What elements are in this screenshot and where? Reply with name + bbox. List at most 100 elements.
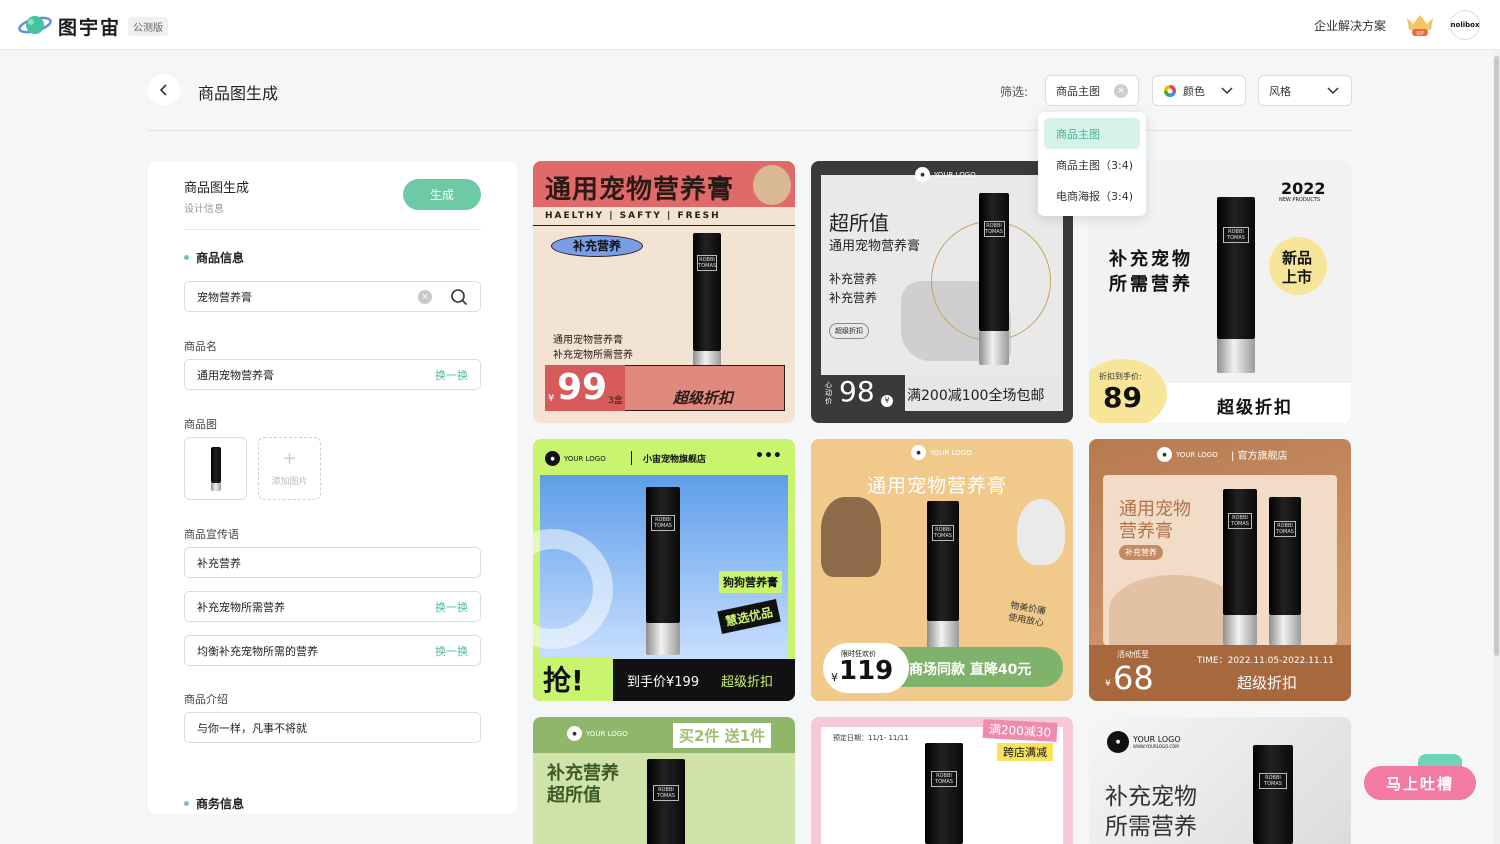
panel-subtitle: 设计信息 bbox=[184, 204, 224, 215]
intro-value: 与你一样，凡事不将就 bbox=[197, 721, 307, 735]
card-price: 119 bbox=[839, 656, 894, 686]
planet-logo-icon[interactable] bbox=[18, 11, 52, 39]
card-title: 补充宠物 bbox=[1109, 249, 1193, 270]
result-card-6[interactable]: ● YOUR LOGO | 官方旗舰店 通用宠物 营养膏 补充营养 ROBBI T… bbox=[1089, 439, 1351, 701]
product-tube-image: ROBBI TOMAS bbox=[979, 193, 1009, 365]
search-icon[interactable] bbox=[450, 288, 468, 306]
result-card-5[interactable]: ● YOUR LOGO 通用宠物营养膏 ROBBI TOMAS 物美价廉 使用放心 … bbox=[811, 439, 1073, 701]
result-card-4[interactable]: ● YOUR LOGO 小宙宠物旗舰店 ••• ROBBI TOMAS 狗狗营养膏… bbox=[533, 439, 795, 701]
card-title: 通用宠物营养膏 bbox=[545, 175, 735, 205]
product-tube-image: ROBBI TOMAS bbox=[1253, 745, 1293, 844]
avatar[interactable]: nolibox bbox=[1450, 10, 1480, 40]
vip-crown-icon[interactable]: VIP bbox=[1404, 12, 1436, 38]
swap-button[interactable]: 换一换 bbox=[435, 367, 468, 383]
card-title: 通用宠物营养膏 bbox=[867, 475, 1008, 497]
product-brand: ROBBI TOMAS bbox=[930, 771, 958, 787]
brand-logo: ● YOUR LOGO WWW.YOURLOGO.COM bbox=[1107, 731, 1181, 753]
card-price: 到手价¥199 bbox=[627, 675, 700, 690]
color-wheel-icon bbox=[1164, 84, 1176, 97]
slogan-field-1[interactable]: 补充营养 bbox=[184, 547, 481, 578]
slogan-field-3[interactable]: 均衡补充宠物所需的营养 换一换 bbox=[184, 635, 481, 666]
section-business-info: 商务信息 bbox=[184, 795, 244, 812]
dropdown-item-main-3-4[interactable]: 商品主图（3:4) bbox=[1044, 149, 1140, 180]
card-price: 68 bbox=[1113, 659, 1154, 697]
card-store: | 官方旗舰店 bbox=[1231, 451, 1288, 462]
slogan-value: 均衡补充宠物所需的营养 bbox=[197, 644, 318, 658]
card-price: 89 bbox=[1103, 381, 1142, 414]
generate-button[interactable]: 生成 bbox=[403, 179, 481, 210]
card-title: 所需营养 bbox=[1109, 274, 1193, 295]
card-note: 物美价廉 使用放心 bbox=[1007, 601, 1047, 629]
card-currency: ¥ bbox=[1105, 679, 1111, 689]
panel-title: 商品图生成 bbox=[184, 181, 250, 196]
scrollbar-thumb[interactable] bbox=[1494, 56, 1499, 656]
filter-label: 筛选: bbox=[1000, 85, 1029, 99]
page-title: 商品图生成 bbox=[198, 84, 279, 103]
product-tube-image: ROBBI TOMAS bbox=[646, 487, 680, 655]
card-offer: 满200减30 bbox=[982, 719, 1058, 742]
result-card-1[interactable]: 通用宠物营养膏 HAELTHY | SAFTY | FRESH 补充营养 通用宠… bbox=[533, 161, 795, 423]
filter-type-dropdown: 商品主图 商品主图（3:4) 电商海报（3:4) bbox=[1038, 112, 1146, 216]
card-price: 98 bbox=[839, 375, 875, 408]
filter-color-label: 颜色 bbox=[1183, 84, 1205, 98]
add-image-label: 添加图片 bbox=[271, 477, 308, 487]
feedback-button[interactable]: 马上吐槽 bbox=[1364, 766, 1476, 800]
chevron-down-icon bbox=[1221, 87, 1233, 95]
swap-button[interactable]: 换一换 bbox=[435, 643, 468, 659]
product-image-thumbnail[interactable] bbox=[184, 437, 247, 500]
filter-color-select[interactable]: 颜色 bbox=[1152, 75, 1246, 106]
card-store: 小宙宠物旗舰店 bbox=[643, 455, 707, 465]
product-search-input[interactable]: 宠物营养膏 × bbox=[184, 281, 481, 312]
dropdown-item-main[interactable]: 商品主图 bbox=[1044, 118, 1140, 149]
result-card-7[interactable]: ● YOUR LOGO 买2件 送1件 补充营养 超所值 ROBBI TOMAS bbox=[533, 717, 795, 844]
result-card-9[interactable]: ● YOUR LOGO WWW.YOURLOGO.COM 补充宠物 所需营养 ROB… bbox=[1089, 717, 1351, 844]
card-currency: ¥ bbox=[881, 395, 893, 407]
filter-type-select[interactable]: 商品主图 × bbox=[1045, 75, 1139, 106]
chevron-down-icon bbox=[1327, 87, 1339, 95]
slogan-label: 商品宣传语 bbox=[184, 528, 239, 541]
filter-style-label: 风格 bbox=[1269, 84, 1291, 98]
clear-icon[interactable]: × bbox=[418, 290, 432, 304]
card-subtitle: 通用宠物营养膏 bbox=[829, 239, 921, 254]
product-name-field[interactable]: 通用宠物营养膏 换一换 bbox=[184, 359, 481, 390]
header-divider bbox=[148, 130, 1352, 131]
product-tube-image: ROBBI TOMAS bbox=[1217, 197, 1255, 373]
brand-logo: ● YOUR LOGO bbox=[567, 726, 628, 741]
panel-divider bbox=[184, 229, 481, 230]
design-panel: 商品图生成 设计信息 生成 商品信息 宠物营养膏 × 商品名 通用宠物营养膏 换… bbox=[148, 161, 517, 814]
card-currency: ¥ bbox=[831, 671, 838, 684]
more-icon[interactable]: ••• bbox=[755, 448, 782, 464]
card-badge: 新品 bbox=[1282, 249, 1313, 267]
card-title: 超所值 bbox=[547, 785, 601, 806]
add-image-button[interactable]: + 添加图片 bbox=[258, 437, 321, 500]
card-line: 通用宠物营养膏 bbox=[553, 335, 623, 346]
filter-style-select[interactable]: 风格 bbox=[1258, 75, 1352, 106]
back-button[interactable] bbox=[148, 74, 180, 106]
brand-logo: ● YOUR LOGO bbox=[1157, 447, 1218, 462]
product-brand: ROBBI TOMAS bbox=[1222, 227, 1250, 243]
product-search-value: 宠物营养膏 bbox=[197, 290, 252, 304]
product-tube-image: ROBBI TOMAS bbox=[1269, 497, 1301, 645]
app-name[interactable]: 图宇宙 bbox=[58, 13, 121, 40]
card-badge: 补充营养 bbox=[551, 235, 643, 257]
card-year-sub: NEW PRODUCTS bbox=[1279, 197, 1321, 203]
enterprise-solutions-link[interactable]: 企业解决方案 bbox=[1314, 17, 1386, 34]
product-image-label: 商品图 bbox=[184, 418, 217, 431]
result-card-8[interactable]: 预定日期：11/1- 11/11 满200减30 跨店满减 ROBBI TOMA… bbox=[811, 717, 1073, 844]
card-tag: 补充营养 bbox=[1119, 545, 1163, 560]
swap-button[interactable]: 换一换 bbox=[435, 599, 468, 615]
card-tag: 狗狗营养膏 bbox=[719, 571, 782, 593]
card-tag: 超级折扣 bbox=[829, 323, 869, 339]
intro-field[interactable]: 与你一样，凡事不将就 bbox=[184, 712, 481, 743]
clear-icon[interactable]: × bbox=[1114, 84, 1128, 98]
edition-badge: 公测版 bbox=[128, 17, 168, 36]
product-brand: ROBBI TOMAS bbox=[983, 221, 1005, 237]
slogan-value: 补充营养 bbox=[197, 556, 241, 570]
product-name-label: 商品名 bbox=[184, 340, 217, 353]
dropdown-item-poster-3-4[interactable]: 电商海报（3:4) bbox=[1044, 180, 1140, 211]
card-promo: 商场同款 直降40元 bbox=[909, 662, 1032, 678]
result-card-2[interactable]: ● YOUR LOGO 超所值 通用宠物营养膏 补充营养 补充营养 超级折扣 RO… bbox=[811, 161, 1073, 423]
card-title: 营养膏 bbox=[1119, 521, 1173, 542]
slogan-field-2[interactable]: 补充宠物所需营养 换一换 bbox=[184, 591, 481, 622]
card-promo: 超级折扣 bbox=[1217, 398, 1293, 418]
